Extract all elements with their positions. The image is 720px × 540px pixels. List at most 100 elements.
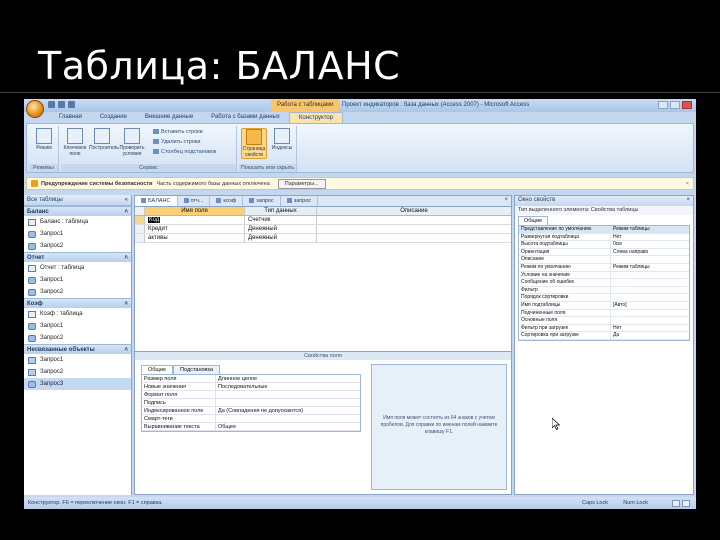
primary-key-button[interactable]: Ключевое поле (63, 128, 87, 157)
property-row[interactable]: Описание (519, 256, 689, 264)
property-value[interactable] (216, 415, 360, 422)
property-row[interactable]: Ориентация Слева направо (519, 248, 689, 257)
save-icon[interactable] (48, 101, 55, 108)
data-type-cell[interactable]: Счетчик (245, 216, 317, 224)
datasheet-view-icon[interactable] (672, 499, 680, 507)
nav-item-report-table[interactable]: Отчет : таблица (24, 262, 131, 274)
property-value[interactable] (611, 279, 689, 286)
property-row[interactable]: Сообщение об ошибке (519, 279, 689, 287)
property-row[interactable]: Подпись (142, 399, 360, 407)
field-name-cell[interactable]: Код (145, 216, 245, 224)
table-row[interactable]: Код Счетчик (135, 216, 511, 225)
field-name-cell[interactable]: Кредит (145, 225, 245, 233)
property-value[interactable]: 0см (611, 241, 689, 248)
property-value[interactable] (216, 391, 360, 398)
property-row[interactable]: Высота подтаблицы 0см (519, 241, 689, 249)
nav-group-coef[interactable]: Коэф ˄ (24, 298, 131, 308)
row-selector[interactable] (135, 234, 145, 242)
options-button[interactable]: Параметры... (277, 178, 326, 189)
property-value[interactable]: Нет (611, 325, 689, 332)
nav-item-query[interactable]: Запрос1 (24, 354, 131, 366)
property-value[interactable]: Да (611, 332, 689, 339)
maximize-button[interactable] (670, 101, 680, 109)
property-row[interactable]: Фильтр (519, 286, 689, 295)
test-rules-button[interactable]: Проверить условия (117, 128, 147, 157)
nav-item-query[interactable]: Запрос1 (24, 228, 131, 240)
nav-item-query-selected[interactable]: Запрос3 (24, 378, 131, 390)
property-value[interactable]: Да (Совпадения не допускаются) (216, 407, 360, 414)
property-row[interactable]: Основные поля (519, 317, 689, 325)
minimize-button[interactable] (658, 101, 668, 109)
property-sheet-button[interactable]: Страница свойств (241, 128, 267, 159)
nav-pane-header[interactable]: Все таблицы « (24, 195, 131, 206)
nav-group-unrelated[interactable]: Несвязанные объекты ˄ (24, 344, 131, 354)
column-header-data-type[interactable]: Тип данных (245, 207, 317, 215)
close-icon[interactable]: × (686, 181, 689, 187)
property-row[interactable]: Размер поля Длинное целое (142, 375, 360, 383)
close-icon[interactable]: × (501, 196, 511, 206)
doc-tab-coef[interactable]: коэф (210, 196, 244, 206)
undo-icon[interactable] (58, 101, 65, 108)
nav-item-balance-table[interactable]: Баланс : таблица (24, 216, 131, 228)
property-value[interactable]: Режим таблицы (611, 226, 689, 233)
chevron-left-icon[interactable]: « (125, 197, 128, 203)
property-row[interactable]: Имя подтаблицы [Авто] (519, 301, 689, 310)
close-button[interactable] (682, 101, 692, 109)
property-row[interactable]: Фильтр при загрузке Нет (519, 324, 689, 333)
property-row[interactable]: Режим по умолчанию Режим таблицы (519, 263, 689, 272)
nav-item-query[interactable]: Запрос2 (24, 286, 131, 298)
property-value[interactable]: Слева направо (611, 249, 689, 256)
property-value[interactable] (216, 399, 360, 406)
tab-general[interactable]: Общие (518, 216, 549, 225)
doc-tab-report[interactable]: отч... (178, 196, 211, 206)
table-row[interactable]: активы Денежный (135, 234, 511, 243)
nav-item-query[interactable]: Запрос1 (24, 320, 131, 332)
property-row[interactable]: Развернутая подтаблица Нет (519, 233, 689, 242)
property-value[interactable] (611, 256, 689, 263)
indexes-button[interactable]: Индексы (269, 128, 295, 151)
design-view-icon[interactable] (682, 499, 690, 507)
close-icon[interactable]: × (686, 197, 690, 205)
property-row[interactable]: Сортировка при загрузке Да (519, 332, 689, 340)
description-cell[interactable] (317, 216, 511, 224)
lookup-column-button[interactable]: Столбец подстановок (153, 149, 216, 155)
property-row[interactable]: Индексированное поле Да (Совпадения не до… (142, 407, 360, 415)
property-value[interactable]: [Авто] (611, 302, 689, 309)
nav-item-query[interactable]: Запрос2 (24, 240, 131, 252)
tab-create[interactable]: Создание (91, 112, 136, 123)
doc-tab-query[interactable]: запрос (281, 196, 319, 206)
nav-item-coef-table[interactable]: Коэф : таблица (24, 308, 131, 320)
property-row[interactable]: Представление по умолчанию Режим таблицы (519, 226, 689, 234)
tab-design[interactable]: Конструктор (288, 112, 344, 123)
doc-tab-balance[interactable]: БАЛАНС (135, 196, 178, 206)
row-selector[interactable] (135, 225, 145, 233)
data-type-cell[interactable]: Денежный (245, 234, 317, 242)
key-icon[interactable] (135, 216, 145, 224)
property-value[interactable]: Общее (216, 423, 360, 430)
property-value[interactable] (611, 272, 689, 279)
nav-group-report[interactable]: Отчет ˄ (24, 252, 131, 262)
property-value[interactable]: Последовательные (216, 383, 360, 390)
description-cell[interactable] (317, 225, 511, 233)
column-header-field-name[interactable]: Имя поля (145, 207, 245, 215)
description-cell[interactable] (317, 234, 511, 242)
data-type-cell[interactable]: Денежный (245, 225, 317, 233)
property-value[interactable]: Нет (611, 234, 689, 241)
property-row[interactable]: Смарт-теги (142, 415, 360, 423)
tab-home[interactable]: Главная (50, 112, 91, 123)
field-name-cell[interactable]: активы (145, 234, 245, 242)
redo-icon[interactable] (68, 101, 75, 108)
property-value[interactable]: Длинное целое (216, 375, 360, 382)
property-row[interactable]: Условие на значение (519, 271, 689, 280)
doc-tab-query[interactable]: запрос (243, 196, 281, 206)
table-row[interactable]: Кредит Денежный (135, 225, 511, 234)
tab-external-data[interactable]: Внешние данные (136, 112, 202, 123)
property-value[interactable] (611, 317, 689, 324)
property-row[interactable]: Подчиненные поля (519, 309, 689, 318)
property-row[interactable]: Выравнивание текста Общее (142, 423, 360, 431)
delete-rows-button[interactable]: Удалить строки (153, 139, 200, 145)
tab-database-tools[interactable]: Работа с базами данных (202, 112, 289, 123)
nav-item-query[interactable]: Запрос2 (24, 366, 131, 378)
nav-item-query[interactable]: Запрос1 (24, 274, 131, 286)
property-value[interactable] (611, 310, 689, 317)
